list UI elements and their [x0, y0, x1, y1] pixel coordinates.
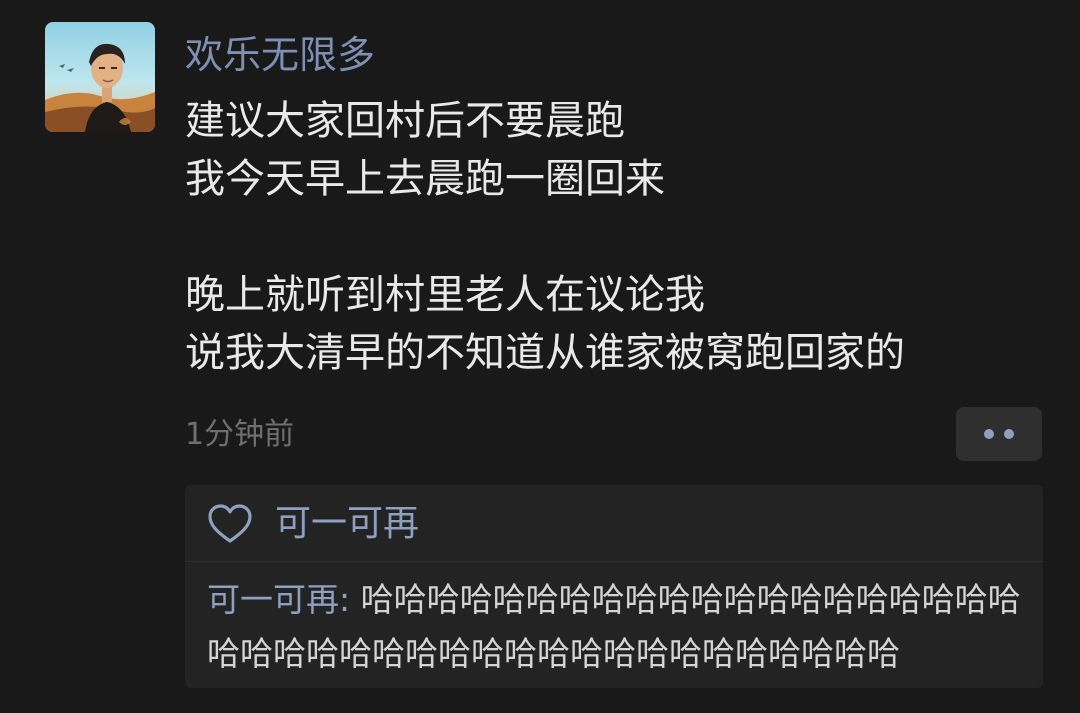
- comment-item[interactable]: 可一可再: 哈哈哈哈哈哈哈哈哈哈哈哈哈哈哈哈哈哈哈哈 哈哈哈哈哈哈哈哈哈哈哈哈哈…: [207, 573, 1037, 681]
- post-timestamp: 1分钟前: [185, 417, 295, 452]
- post-author-name[interactable]: 欢乐无限多: [185, 30, 375, 80]
- moment-post: 欢乐无限多 建议大家回村后不要晨跑 我今天早上去晨跑一圈回来 晚上就听到村里老人…: [0, 0, 1080, 713]
- post-content-line: 说我大清早的不知道从谁家被窝跑回家的: [185, 330, 905, 376]
- post-content-blank-line: [185, 208, 1045, 266]
- likes-comments-panel: 可一可再 可一可再: 哈哈哈哈哈哈哈哈哈哈哈哈哈哈哈哈哈哈哈哈 哈哈哈哈哈哈哈哈…: [185, 485, 1043, 688]
- user-avatar[interactable]: [45, 22, 155, 132]
- comment-text: 哈哈哈哈哈哈哈哈哈哈哈哈哈哈哈哈哈哈哈哈哈: [207, 634, 900, 673]
- more-actions-button[interactable]: [956, 407, 1042, 461]
- post-content-line: 建议大家回村后不要晨跑: [185, 98, 625, 144]
- post-content-line: 我今天早上去晨跑一圈回来: [185, 156, 665, 202]
- avatar-illustration: [45, 22, 155, 132]
- more-dots-icon: [1004, 429, 1014, 439]
- likes-row: 可一可再: [207, 499, 419, 549]
- comment-line: 哈哈哈哈哈哈哈哈哈哈哈哈哈哈哈哈哈哈哈哈哈: [207, 627, 1037, 681]
- liker-name[interactable]: 可一可再: [275, 499, 419, 549]
- panel-divider: [185, 561, 1043, 562]
- comment-author[interactable]: 可一可再:: [207, 580, 361, 619]
- comment-line: 可一可再: 哈哈哈哈哈哈哈哈哈哈哈哈哈哈哈哈哈哈哈哈: [207, 573, 1037, 627]
- post-content-line: 晚上就听到村里老人在议论我: [185, 272, 705, 318]
- post-content: 建议大家回村后不要晨跑 我今天早上去晨跑一圈回来 晚上就听到村里老人在议论我 说…: [185, 92, 1045, 382]
- more-dots-icon: [984, 429, 994, 439]
- comment-text: 哈哈哈哈哈哈哈哈哈哈哈哈哈哈哈哈哈哈哈哈: [360, 580, 1021, 619]
- heart-icon: [208, 504, 252, 543]
